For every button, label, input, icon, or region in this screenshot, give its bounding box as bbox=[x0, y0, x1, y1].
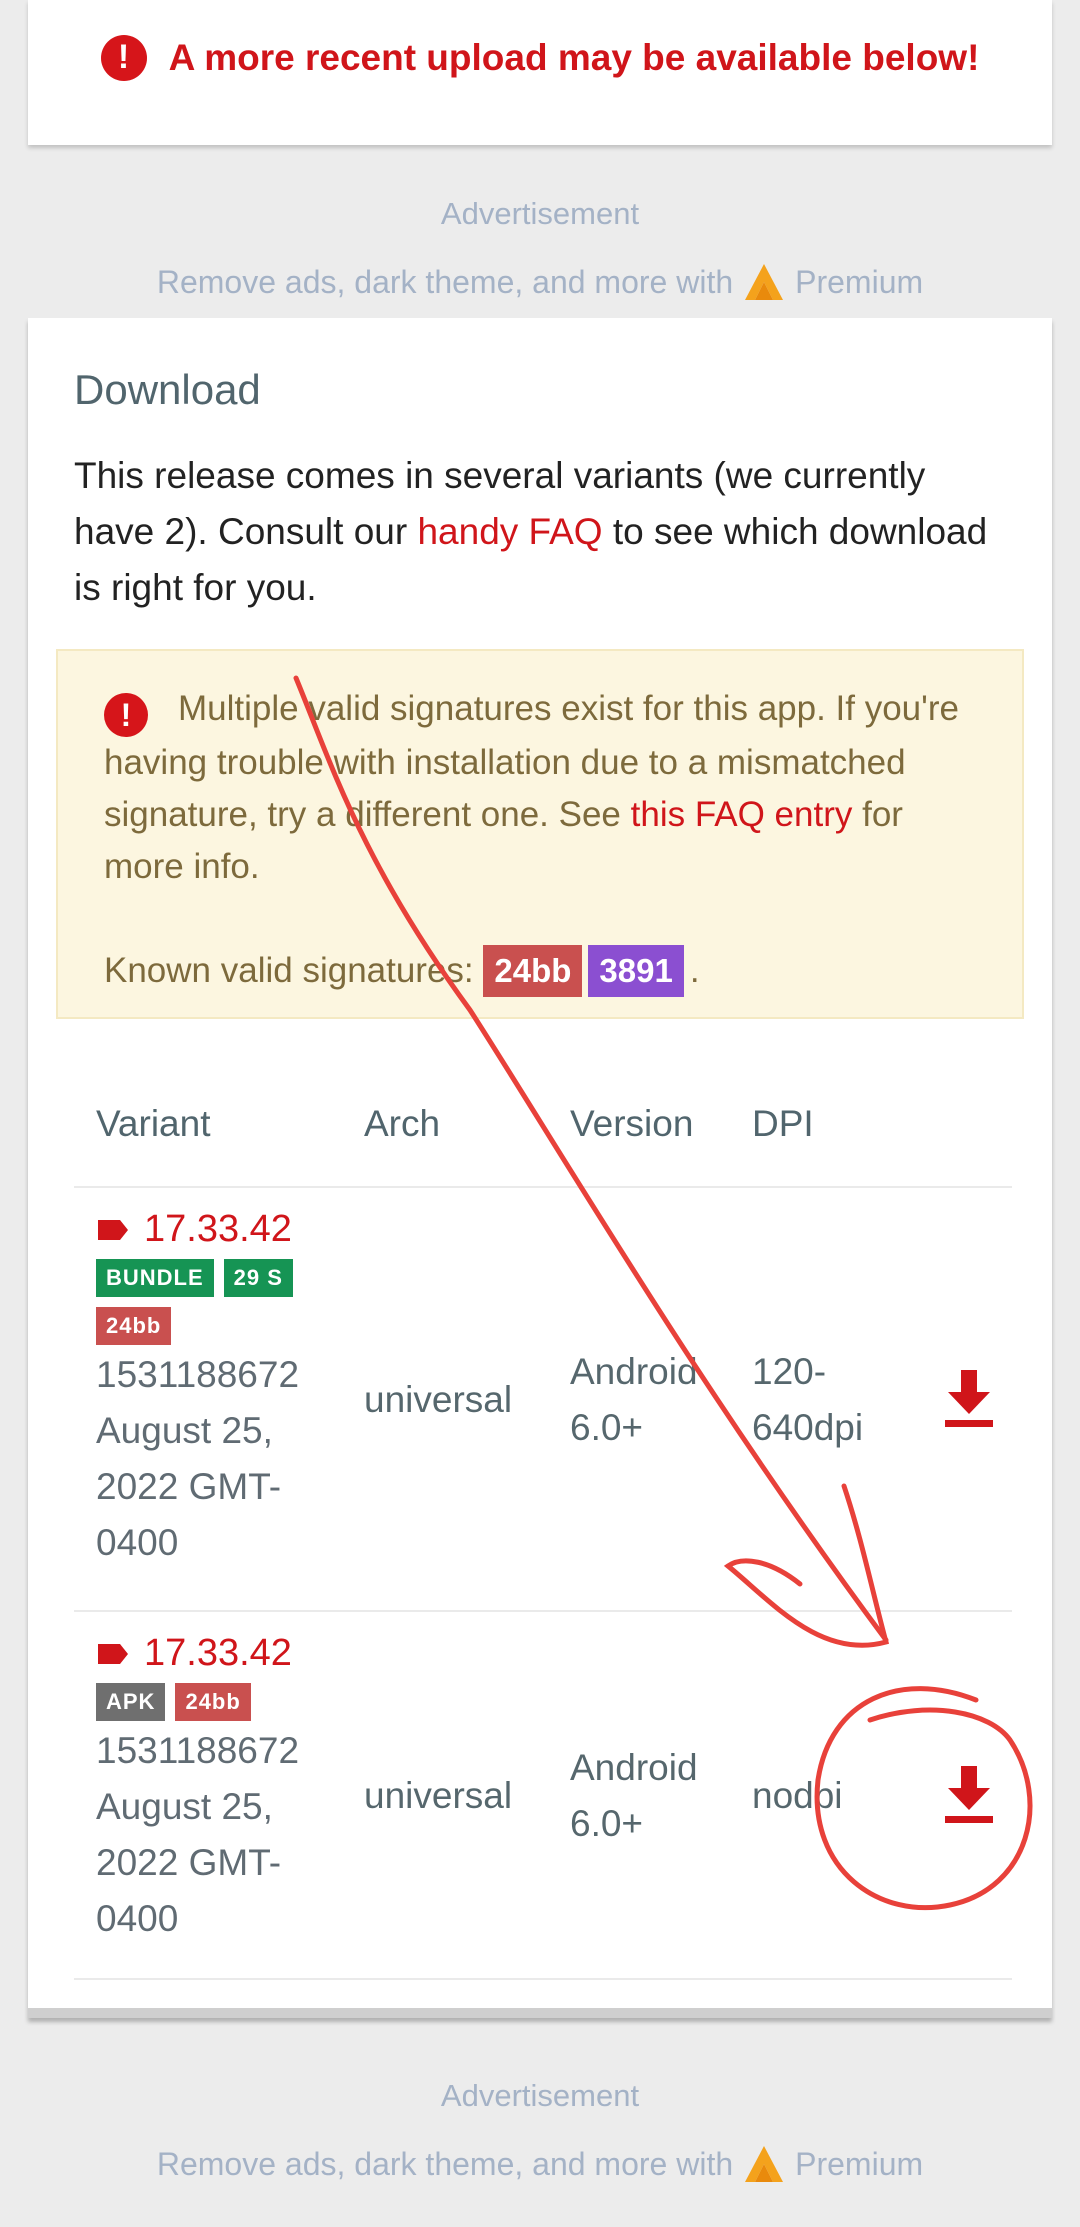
badge-bundle: BUNDLE bbox=[96, 1259, 214, 1297]
header-version: Version bbox=[570, 1103, 694, 1144]
download-icon[interactable] bbox=[942, 1368, 996, 1428]
badge-signature: 24bb bbox=[96, 1307, 172, 1345]
page: ! A more recent upload may be available … bbox=[0, 0, 1080, 2227]
dpi-cell: nodpi bbox=[752, 1775, 843, 1816]
header-dpi: DPI bbox=[752, 1103, 814, 1144]
faq-entry-link[interactable]: this FAQ entry bbox=[631, 795, 853, 834]
arch-cell: universal bbox=[364, 1775, 513, 1816]
signature-badge-24bb: 24bb bbox=[483, 945, 583, 997]
variant-cell: 17.33.42 BUNDLE 29 S 24bb 1531188672 Aug… bbox=[96, 1208, 346, 1571]
min-version-cell: Android 6.0+ bbox=[570, 1351, 698, 1448]
upload-date: August 25, 2022 GMT-0400 bbox=[96, 1410, 282, 1563]
premium-label: Premium bbox=[795, 2145, 924, 2182]
signature-warning: ! Multiple valid signatures exist for thi… bbox=[56, 649, 1024, 1019]
alert-icon: ! bbox=[100, 34, 147, 81]
table-row: 17.33.42 BUNDLE 29 S 24bb 1531188672 Aug… bbox=[74, 1188, 1012, 1612]
dpi-cell: 120-640dpi bbox=[752, 1351, 864, 1448]
header-variant: Variant bbox=[96, 1103, 211, 1144]
version-code: 1531188672 bbox=[96, 1354, 300, 1395]
header-arch: Arch bbox=[364, 1103, 441, 1144]
advertisement-bottom: Advertisement Remove ads, dark theme, an… bbox=[0, 2078, 1080, 2184]
premium-logo-icon bbox=[745, 264, 784, 300]
download-icon[interactable] bbox=[942, 1764, 996, 1824]
badge-signature: 24bb bbox=[175, 1683, 251, 1721]
remove-ads-text: Remove ads, dark theme, and more with bbox=[156, 2145, 734, 2182]
handy-faq-link[interactable]: handy FAQ bbox=[417, 511, 602, 552]
advertisement-top: Advertisement Remove ads, dark theme, an… bbox=[0, 196, 1080, 302]
notice-text: A more recent upload may be available be… bbox=[168, 36, 980, 78]
tag-icon bbox=[98, 1643, 128, 1664]
known-signatures: Known valid signatures: 24bb 3891. bbox=[104, 945, 976, 997]
variant-version-link[interactable]: 17.33.42 bbox=[144, 1632, 292, 1675]
tag-icon bbox=[98, 1219, 128, 1240]
remove-ads-text: Remove ads, dark theme, and more with bbox=[156, 263, 734, 300]
table-header: Variant Arch Version DPI bbox=[74, 1063, 1012, 1188]
min-version-cell: Android 6.0+ bbox=[570, 1747, 698, 1844]
variant-version-link[interactable]: 17.33.42 bbox=[144, 1208, 292, 1251]
premium-label: Premium bbox=[795, 263, 924, 300]
upload-date: August 25, 2022 GMT-0400 bbox=[96, 1786, 282, 1939]
variants-table: Variant Arch Version DPI 17.33.42 BUNDLE… bbox=[74, 1063, 1012, 1980]
premium-logo-icon bbox=[745, 2146, 784, 2182]
download-card: Download This release comes in several v… bbox=[28, 318, 1052, 2018]
table-row: 17.33.42 APK 24bb 1531188672 August 25, … bbox=[74, 1612, 1012, 1980]
remove-ads-link[interactable]: Remove ads, dark theme, and more with Pr… bbox=[0, 262, 1080, 302]
warning-icon: ! bbox=[104, 693, 148, 737]
variant-cell: 17.33.42 APK 24bb 1531188672 August 25, … bbox=[96, 1632, 346, 1947]
version-code: 1531188672 bbox=[96, 1730, 300, 1771]
remove-ads-link[interactable]: Remove ads, dark theme, and more with Pr… bbox=[0, 2144, 1080, 2184]
ad-label: Advertisement bbox=[440, 2078, 640, 2113]
notice-card: ! A more recent upload may be available … bbox=[28, 0, 1052, 145]
ad-label: Advertisement bbox=[440, 196, 640, 231]
signature-badge-3891: 3891 bbox=[588, 945, 684, 997]
badge-apk: APK bbox=[96, 1683, 166, 1721]
download-title: Download bbox=[74, 366, 261, 413]
arch-cell: universal bbox=[364, 1379, 513, 1420]
download-description: This release comes in several variants (… bbox=[74, 455, 988, 608]
badge-min-sdk: 29 S bbox=[223, 1259, 293, 1297]
